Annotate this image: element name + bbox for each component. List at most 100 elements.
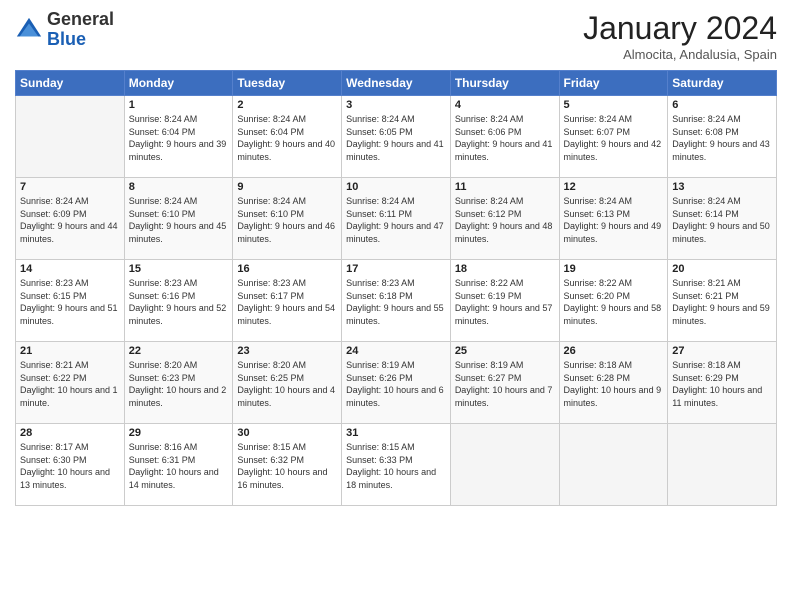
- day-info: Sunrise: 8:16 AMSunset: 6:31 PMDaylight:…: [129, 441, 229, 491]
- calendar-week-2: 7 Sunrise: 8:24 AMSunset: 6:09 PMDaylight…: [16, 178, 777, 260]
- day-header-wednesday: Wednesday: [342, 71, 451, 96]
- day-info: Sunrise: 8:24 AMSunset: 6:11 PMDaylight:…: [346, 195, 446, 245]
- calendar-cell: 25Sunrise: 8:19 AMSunset: 6:27 PMDayligh…: [450, 342, 559, 424]
- day-header-saturday: Saturday: [668, 71, 777, 96]
- calendar-cell: 6Sunrise: 8:24 AMSunset: 6:08 PMDaylight…: [668, 96, 777, 178]
- day-info: Sunrise: 8:24 AMSunset: 6:14 PMDaylight:…: [672, 195, 772, 245]
- day-info: Sunrise: 8:24 AMSunset: 6:08 PMDaylight:…: [672, 113, 772, 163]
- day-number: 12: [564, 181, 664, 193]
- day-info: Sunrise: 8:18 AMSunset: 6:29 PMDaylight:…: [672, 359, 772, 409]
- day-number: 3: [346, 99, 446, 111]
- day-number: 4: [455, 99, 555, 111]
- calendar-cell: 7 Sunrise: 8:24 AMSunset: 6:09 PMDaylight…: [16, 178, 125, 260]
- day-number: 20: [672, 263, 772, 275]
- day-info: Sunrise: 8:24 AMSunset: 6:12 PMDaylight:…: [455, 195, 555, 245]
- day-number: 11: [455, 181, 555, 193]
- day-number: 30: [237, 427, 337, 439]
- day-number: 31: [346, 427, 446, 439]
- calendar-cell: 28 Sunrise: 8:17 AMSunset: 6:30 PMDayligh…: [16, 424, 125, 506]
- day-info: Sunrise: 8:20 AMSunset: 6:25 PMDaylight:…: [237, 359, 337, 409]
- day-number: 18: [455, 263, 555, 275]
- day-info: Sunrise: 8:24 AMSunset: 6:06 PMDaylight:…: [455, 113, 555, 163]
- day-number: 29: [129, 427, 229, 439]
- calendar-cell: 21 Sunrise: 8:21 AMSunset: 6:22 PMDayligh…: [16, 342, 125, 424]
- day-info: Sunrise: 8:17 AMSunset: 6:30 PMDaylight:…: [20, 441, 120, 491]
- logo: General Blue: [15, 10, 114, 50]
- calendar-cell: 22 Sunrise: 8:20 AMSunset: 6:23 PMDayligh…: [124, 342, 233, 424]
- day-number: 14: [20, 263, 120, 275]
- day-info: Sunrise: 8:15 AMSunset: 6:33 PMDaylight:…: [346, 441, 446, 491]
- day-info: Sunrise: 8:19 AMSunset: 6:26 PMDaylight:…: [346, 359, 446, 409]
- day-number: 19: [564, 263, 664, 275]
- day-number: 1: [129, 99, 229, 111]
- calendar-cell: 24 Sunrise: 8:19 AMSunset: 6:26 PMDayligh…: [342, 342, 451, 424]
- calendar-cell: 31 Sunrise: 8:15 AMSunset: 6:33 PMDayligh…: [342, 424, 451, 506]
- day-header-thursday: Thursday: [450, 71, 559, 96]
- day-number: 13: [672, 181, 772, 193]
- day-info: Sunrise: 8:24 AMSunset: 6:10 PMDaylight:…: [237, 195, 337, 245]
- day-number: 8: [129, 181, 229, 193]
- calendar-week-1: 1 Sunrise: 8:24 AMSunset: 6:04 PMDaylight…: [16, 96, 777, 178]
- day-info: Sunrise: 8:22 AMSunset: 6:19 PMDaylight:…: [455, 277, 555, 327]
- calendar-cell: 3 Sunrise: 8:24 AMSunset: 6:05 PMDaylight…: [342, 96, 451, 178]
- day-info: Sunrise: 8:23 AMSunset: 6:17 PMDaylight:…: [237, 277, 337, 327]
- calendar-cell: 14 Sunrise: 8:23 AMSunset: 6:15 PMDayligh…: [16, 260, 125, 342]
- day-number: 2: [237, 99, 337, 111]
- day-number: 26: [564, 345, 664, 357]
- calendar-cell: 8Sunrise: 8:24 AMSunset: 6:10 PMDaylight…: [124, 178, 233, 260]
- day-number: 27: [672, 345, 772, 357]
- day-header-sunday: Sunday: [16, 71, 125, 96]
- day-info: Sunrise: 8:24 AMSunset: 6:05 PMDaylight:…: [346, 113, 446, 163]
- day-info: Sunrise: 8:18 AMSunset: 6:28 PMDaylight:…: [564, 359, 664, 409]
- calendar-cell: 23Sunrise: 8:20 AMSunset: 6:25 PMDayligh…: [233, 342, 342, 424]
- calendar-cell: 2Sunrise: 8:24 AMSunset: 6:04 PMDaylight…: [233, 96, 342, 178]
- calendar-cell: [559, 424, 668, 506]
- day-number: 15: [129, 263, 229, 275]
- calendar-week-4: 21 Sunrise: 8:21 AMSunset: 6:22 PMDayligh…: [16, 342, 777, 424]
- day-info: Sunrise: 8:22 AMSunset: 6:20 PMDaylight:…: [564, 277, 664, 327]
- logo-line1: General: [47, 10, 114, 30]
- day-number: 22: [129, 345, 229, 357]
- day-number: 24: [346, 345, 446, 357]
- calendar-cell: 13 Sunrise: 8:24 AMSunset: 6:14 PMDayligh…: [668, 178, 777, 260]
- day-number: 16: [237, 263, 337, 275]
- day-info: Sunrise: 8:23 AMSunset: 6:15 PMDaylight:…: [20, 277, 120, 327]
- logo-line2: Blue: [47, 30, 114, 50]
- main-title: January 2024: [583, 10, 777, 47]
- day-info: Sunrise: 8:20 AMSunset: 6:23 PMDaylight:…: [129, 359, 229, 409]
- logo-text: General Blue: [47, 10, 114, 50]
- day-number: 5: [564, 99, 664, 111]
- day-info: Sunrise: 8:24 AMSunset: 6:09 PMDaylight:…: [20, 195, 120, 245]
- day-number: 25: [455, 345, 555, 357]
- day-info: Sunrise: 8:23 AMSunset: 6:16 PMDaylight:…: [129, 277, 229, 327]
- calendar-cell: 26 Sunrise: 8:18 AMSunset: 6:28 PMDayligh…: [559, 342, 668, 424]
- calendar-cell: 19 Sunrise: 8:22 AMSunset: 6:20 PMDayligh…: [559, 260, 668, 342]
- day-number: 17: [346, 263, 446, 275]
- calendar-cell: [450, 424, 559, 506]
- calendar-cell: 18 Sunrise: 8:22 AMSunset: 6:19 PMDayligh…: [450, 260, 559, 342]
- calendar-cell: 9Sunrise: 8:24 AMSunset: 6:10 PMDaylight…: [233, 178, 342, 260]
- calendar-cell: 16 Sunrise: 8:23 AMSunset: 6:17 PMDayligh…: [233, 260, 342, 342]
- calendar-cell: 1 Sunrise: 8:24 AMSunset: 6:04 PMDaylight…: [124, 96, 233, 178]
- day-info: Sunrise: 8:21 AMSunset: 6:22 PMDaylight:…: [20, 359, 120, 409]
- day-info: Sunrise: 8:24 AMSunset: 6:07 PMDaylight:…: [564, 113, 664, 163]
- day-number: 10: [346, 181, 446, 193]
- header: General Blue January 2024 Almocita, Anda…: [15, 10, 777, 62]
- calendar-cell: 27 Sunrise: 8:18 AMSunset: 6:29 PMDayligh…: [668, 342, 777, 424]
- day-number: 28: [20, 427, 120, 439]
- day-header-friday: Friday: [559, 71, 668, 96]
- day-info: Sunrise: 8:24 AMSunset: 6:04 PMDaylight:…: [129, 113, 229, 163]
- page: General Blue January 2024 Almocita, Anda…: [0, 0, 792, 612]
- day-number: 7: [20, 181, 120, 193]
- calendar-cell: 4 Sunrise: 8:24 AMSunset: 6:06 PMDaylight…: [450, 96, 559, 178]
- calendar-cell: 29 Sunrise: 8:16 AMSunset: 6:31 PMDayligh…: [124, 424, 233, 506]
- day-number: 21: [20, 345, 120, 357]
- day-info: Sunrise: 8:15 AMSunset: 6:32 PMDaylight:…: [237, 441, 337, 491]
- calendar-cell: 11 Sunrise: 8:24 AMSunset: 6:12 PMDayligh…: [450, 178, 559, 260]
- calendar-cell: 12Sunrise: 8:24 AMSunset: 6:13 PMDayligh…: [559, 178, 668, 260]
- calendar-cell: 17 Sunrise: 8:23 AMSunset: 6:18 PMDayligh…: [342, 260, 451, 342]
- calendar-cell: 10 Sunrise: 8:24 AMSunset: 6:11 PMDayligh…: [342, 178, 451, 260]
- day-info: Sunrise: 8:23 AMSunset: 6:18 PMDaylight:…: [346, 277, 446, 327]
- calendar-cell: 30 Sunrise: 8:15 AMSunset: 6:32 PMDayligh…: [233, 424, 342, 506]
- logo-icon: [15, 16, 43, 44]
